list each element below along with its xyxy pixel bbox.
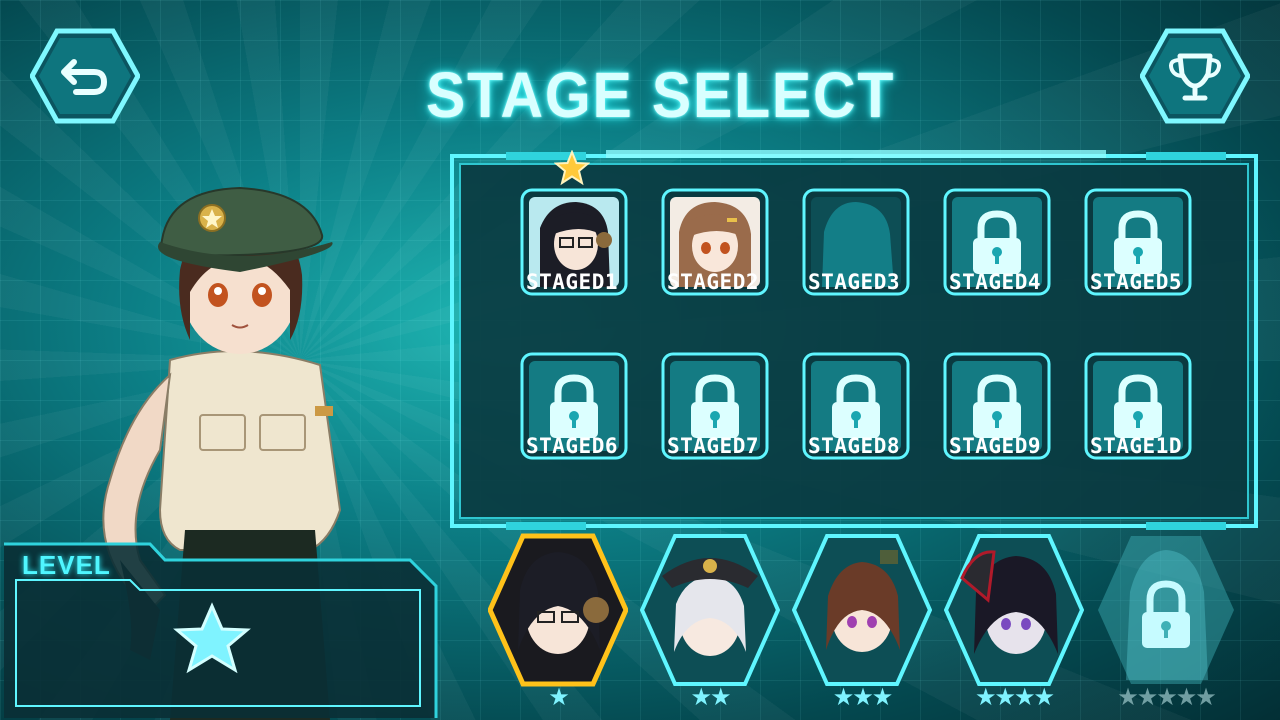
stage-tile-2[interactable]: STAGED2 [643, 150, 773, 300]
stage-label: STAGE1D [1089, 434, 1182, 458]
stage-tile-7[interactable]: STAGED7 [643, 314, 773, 464]
stage-1-clear-star-icon [554, 150, 590, 186]
character-2-rating: ★★ [690, 683, 731, 711]
level-label: LEVEL [22, 550, 111, 580]
character-3-portrait [791, 534, 933, 686]
stage-label: STAGED4 [948, 270, 1041, 294]
stage-label: STAGED5 [1089, 270, 1182, 294]
stage-label: STAGED8 [807, 434, 900, 458]
stage-label: STAGED2 [666, 270, 759, 294]
stage-tile-5[interactable]: STAGED5 [1066, 150, 1196, 300]
stage-label: STAGED6 [525, 434, 618, 458]
character-4-portrait [943, 534, 1085, 686]
back-arrow-icon [29, 28, 141, 124]
character-1-rating: ★ [548, 683, 570, 711]
character-4-rating: ★★★★ [974, 683, 1055, 711]
stage-label: STAGED3 [807, 270, 900, 294]
stage-label: STAGED9 [948, 434, 1041, 458]
character-5-rating: ★★★★★ [1117, 683, 1217, 711]
stage-tile-6[interactable]: STAGED6 [502, 314, 632, 464]
trophy-icon [1139, 28, 1251, 124]
back-button[interactable] [29, 28, 141, 124]
character-slot-1[interactable]: ★ [487, 530, 629, 720]
stage-tile-4[interactable]: STAGED4 [925, 150, 1055, 300]
character-slot-2[interactable]: ★★ [639, 530, 781, 720]
character-slot-5-locked[interactable]: ★★★★★ [1096, 530, 1236, 720]
stage-tile-9[interactable]: STAGED9 [925, 314, 1055, 464]
character-slot-4[interactable]: ★★★★ [943, 530, 1085, 720]
stage-tile-8[interactable]: STAGED8 [784, 314, 914, 464]
page-title: STAGE SELECT [426, 59, 896, 131]
character-slot-3[interactable]: ★★★ [791, 530, 933, 720]
stage-label: STAGED1 [525, 270, 618, 294]
stage-label: STAGED7 [666, 434, 759, 458]
stage-tile-3[interactable]: STAGED3 [784, 150, 914, 300]
lock-icon [1098, 536, 1234, 684]
stage-tile-10[interactable]: STAGE1D [1066, 314, 1196, 464]
stage-tile-1[interactable]: STAGED1 [502, 150, 632, 300]
trophy-button[interactable] [1139, 28, 1251, 124]
character-2-portrait [639, 534, 781, 686]
stage-panel: STAGED1 STAGED2 STAGED3 STAGED4 STAGED5 … [446, 150, 1262, 532]
character-1-portrait [487, 533, 629, 687]
character-3-rating: ★★★ [832, 683, 894, 711]
